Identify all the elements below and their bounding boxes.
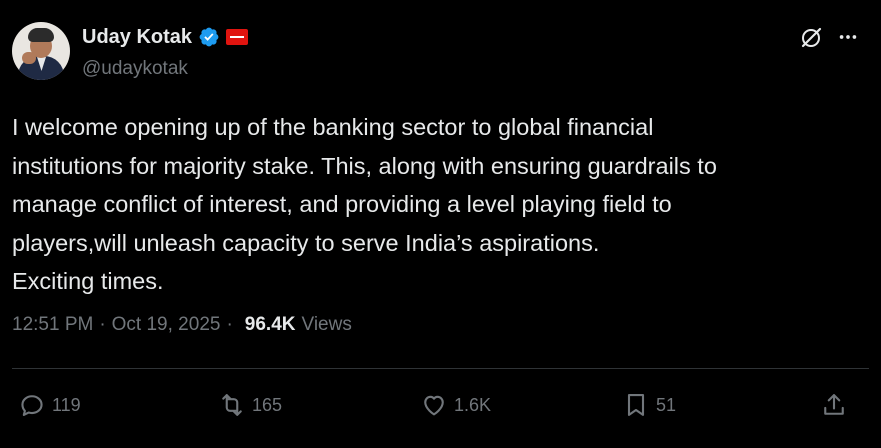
views-label[interactable]: Views <box>301 314 351 336</box>
tweet-meta: 12:51 PM · Oct 19, 2025 · 96.4K Views <box>12 314 352 336</box>
repost-count: 165 <box>252 394 283 415</box>
affiliation-flag-icon[interactable] <box>226 29 249 45</box>
tweet-time[interactable]: 12:51 PM <box>12 314 93 336</box>
reply-button[interactable]: 119 <box>18 388 81 422</box>
repost-button[interactable]: 165 <box>218 388 282 422</box>
bookmark-count: 51 <box>656 394 677 415</box>
meta-separator-2: · <box>226 314 233 335</box>
author-display-name[interactable]: Uday Kotak <box>82 26 192 49</box>
action-bar: 119 165 1.6K 51 <box>18 388 857 422</box>
tweet-text: I welcome opening up of the banking sect… <box>12 114 717 294</box>
views-count[interactable]: 96.4K <box>245 314 296 336</box>
tweet-date[interactable]: Oct 19, 2025 <box>112 314 221 336</box>
bookmark-icon <box>627 394 645 416</box>
avatar[interactable] <box>12 22 70 80</box>
author-info: Uday Kotak @udaykotak <box>82 26 249 80</box>
like-button[interactable]: 1.6K <box>420 388 491 422</box>
repost-icon <box>222 394 242 416</box>
like-count: 1.6K <box>454 394 492 415</box>
verified-badge-icon <box>199 27 219 47</box>
author-handle[interactable]: @udaykotak <box>82 58 248 80</box>
share-button[interactable] <box>820 388 848 422</box>
reply-count: 119 <box>52 394 81 415</box>
tweet-header: Uday Kotak @udaykotak <box>12 22 249 80</box>
divider <box>12 368 869 369</box>
grok-icon[interactable] <box>799 26 823 50</box>
heart-icon <box>424 395 444 416</box>
bookmark-button[interactable]: 51 <box>622 388 676 422</box>
share-icon <box>824 394 844 415</box>
meta-separator: · <box>99 314 106 335</box>
reply-icon <box>21 395 43 416</box>
more-icon[interactable] <box>837 26 859 48</box>
